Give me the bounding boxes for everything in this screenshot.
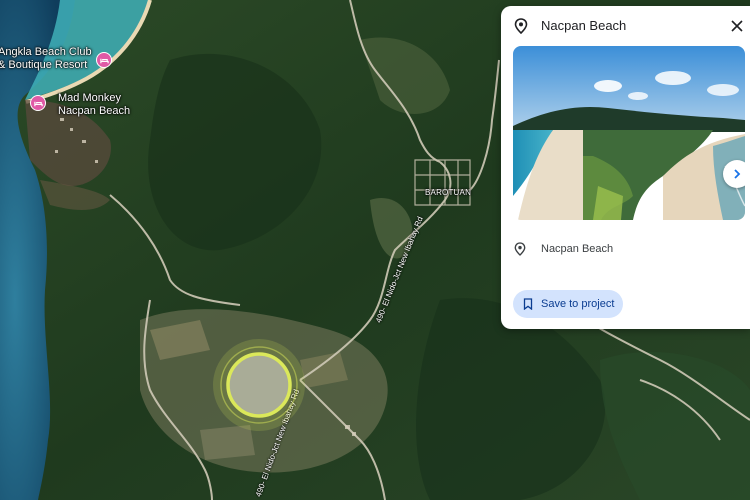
location-pin-icon: [514, 18, 528, 35]
place-label-line: Mad Monkey: [58, 92, 121, 104]
location-pin-icon: [514, 242, 526, 256]
save-button-label: Save to project: [541, 298, 615, 310]
place-info-panel: Nacpan Beach Nacpan Beach Save to projec…: [501, 6, 750, 329]
place-label-line: Nacpan Beach: [58, 105, 131, 117]
place-label-mad-monkey[interactable]: Mad Monkey Nacpan Beach: [58, 92, 130, 118]
chevron-right-icon: [734, 169, 741, 179]
place-address: Nacpan Beach: [541, 243, 614, 255]
address-row: Nacpan Beach: [501, 238, 750, 262]
place-photo[interactable]: [513, 46, 745, 220]
panel-header: Nacpan Beach: [501, 6, 750, 46]
hotel-icon[interactable]: [30, 95, 46, 111]
close-button[interactable]: [729, 18, 745, 34]
selected-location-marker[interactable]: [212, 338, 306, 432]
place-label-line: Angkla Beach Club: [0, 46, 92, 58]
next-photo-button[interactable]: [723, 160, 745, 188]
hotel-icon[interactable]: [96, 52, 112, 68]
place-label-barotuan[interactable]: BAROTUAN: [425, 186, 471, 199]
bookmark-icon: [523, 298, 533, 310]
place-label-line: & Boutique Resort: [0, 59, 88, 71]
place-label-line: BAROTUAN: [425, 188, 472, 197]
close-icon: [731, 20, 743, 32]
panel-title: Nacpan Beach: [541, 18, 627, 33]
place-label-resort[interactable]: Angkla Beach Club & Boutique Resort: [0, 46, 92, 72]
save-to-project-button[interactable]: Save to project: [513, 290, 623, 318]
